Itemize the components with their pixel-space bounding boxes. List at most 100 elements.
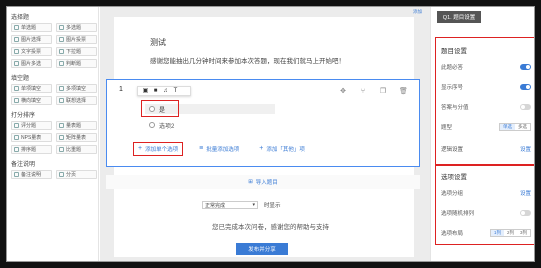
question-type-button[interactable]: 单选题 <box>11 23 52 32</box>
logic-settings-link[interactable]: 设置 <box>520 145 531 153</box>
question-type-button[interactable]: 比重题 <box>56 145 97 154</box>
question-type-button[interactable]: 横向填空 <box>11 96 52 105</box>
question-type-label: 评分题 <box>21 123 37 129</box>
question-type-button[interactable]: 判断题 <box>56 59 97 68</box>
type-single[interactable]: 单选 <box>500 124 515 130</box>
import-icon: ⊞ <box>248 179 253 185</box>
question-type-label: 多项填空 <box>66 86 87 92</box>
section-title: 题目设置 <box>441 48 467 55</box>
question-type-panel: 选择题单选题 多选题图片选择 图片投票文字投票 下拉题图片多选 判断题填空题单项填空 多项… <box>7 7 99 261</box>
section-title: 选择题 <box>11 15 30 21</box>
import-questions-button[interactable]: ⊞ 导入题目 <box>106 175 420 189</box>
add-other-option-button[interactable]: + 添加「其他」项 <box>255 143 309 155</box>
publish-share-button[interactable]: 发布并分享 <box>236 243 288 255</box>
question-type-icon <box>59 86 64 91</box>
type-multi[interactable]: 多选 <box>515 124 530 130</box>
question-type-button[interactable]: 多项填空 <box>56 84 97 93</box>
question-type-button[interactable]: 排序题 <box>11 145 52 154</box>
setting-row: 题型 单选 多选 <box>441 123 531 131</box>
question-type-button[interactable]: 矩阵量表 <box>56 133 97 142</box>
end-thanks-text[interactable]: 您已完成本次问卷，感谢您的帮助与支持 <box>212 221 329 231</box>
logic-icon[interactable]: ⑂ <box>359 88 367 96</box>
add-single-option-button[interactable]: + 添加单个选项 <box>133 142 184 156</box>
question-type-label: 判断题 <box>66 61 82 67</box>
tab-question-settings[interactable]: Q1. 题目设置 <box>437 11 481 23</box>
question-type-icon <box>14 25 19 30</box>
image-icon[interactable]: ▣ <box>142 88 149 94</box>
question-type-button[interactable]: 下拉题 <box>56 47 97 56</box>
question-type-button[interactable]: 图片选择 <box>11 35 52 44</box>
add-options-row: + 添加单个选项 ≡ 批量添加选项 + 添加「其他」项 <box>133 142 309 156</box>
end-condition-row: 正常完成 ▾ 时显示 <box>202 201 281 209</box>
plus-icon: + <box>138 145 143 152</box>
survey-description[interactable]: 感谢您能抽出几分钟时间来参加本次答题，现在我们就马上开始吧！ <box>150 55 345 65</box>
batch-add-options-button[interactable]: ≡ 批量添加选项 <box>195 143 243 155</box>
setting-row: 显示序号 <box>441 83 531 91</box>
option-row[interactable]: 选项2 <box>145 120 174 130</box>
layout-2col[interactable]: 2列 <box>504 230 517 236</box>
section-title: 选项设置 <box>441 174 467 181</box>
question-type-icon <box>14 135 19 140</box>
question-type-button[interactable]: 图片投票 <box>56 35 97 44</box>
chevron-down-icon: ▾ <box>252 202 255 208</box>
option-label[interactable]: 选项2 <box>159 121 174 130</box>
question-type-label: 排序题 <box>21 147 37 153</box>
question-type-button[interactable]: 图片多选 <box>11 59 52 68</box>
question-type-grid: 评分题 量表题 NPS量表 矩阵量表排序题 比重题 <box>7 121 98 154</box>
layout-3col[interactable]: 3列 <box>517 230 530 236</box>
random-order-toggle[interactable] <box>520 210 531 216</box>
question-type-button[interactable]: 备注说明 <box>11 170 52 179</box>
question-type-label: 备注说明 <box>21 172 42 178</box>
question-type-button[interactable]: 量表题 <box>56 121 97 130</box>
question-type-icon <box>59 37 64 42</box>
setting-row: 选项布局 1列 2列 3列 <box>441 229 531 237</box>
question-type-button[interactable]: 文字投票 <box>11 47 52 56</box>
question-type-icon <box>59 49 64 54</box>
question-type-icon <box>14 61 19 66</box>
survey-title[interactable]: 测试 <box>150 37 166 48</box>
end-condition-select[interactable]: 正常完成 ▾ <box>202 201 258 209</box>
list-add-icon: ≡ <box>199 145 204 152</box>
music-icon[interactable]: ♫ <box>162 88 169 94</box>
required-toggle[interactable] <box>520 64 531 70</box>
question-type-label: 比重题 <box>66 147 82 153</box>
question-type-icon <box>14 37 19 42</box>
setting-row: 逻辑设置 设置 <box>441 145 531 153</box>
question-card[interactable]: 1 ▣ ■ ♫ T ✥ ⑂ ❐ 🗑 是 选项2 + 添加单个选项 ≡ 批量添加选… <box>106 79 420 167</box>
question-type-label: 图片投票 <box>66 37 87 43</box>
section-title: 备注说明 <box>11 162 36 168</box>
top-add-link[interactable]: 添加 <box>413 9 422 15</box>
question-type-label: 单项填空 <box>21 86 42 92</box>
question-type-button[interactable]: 分页 <box>56 170 97 179</box>
setting-row: 选项分组 设置 <box>441 189 531 197</box>
section-title: 填空题 <box>11 76 30 82</box>
question-type-icon <box>59 25 64 30</box>
question-type-button[interactable]: NPS量表 <box>11 133 52 142</box>
layout-1col[interactable]: 1列 <box>490 230 504 236</box>
question-type-icon <box>59 172 64 177</box>
question-type-icon <box>59 98 64 103</box>
question-type-label: 图片选择 <box>21 37 42 43</box>
delete-icon[interactable]: 🗑 <box>399 88 408 96</box>
question-type-label: 量表题 <box>66 123 82 129</box>
question-type-label: NPS量表 <box>21 135 42 141</box>
question-type-icon <box>14 147 19 152</box>
copy-icon[interactable]: ❐ <box>379 88 387 96</box>
question-type-label: 单选题 <box>21 25 37 31</box>
settings-panel: Q1. 题目设置 题目设置 此题必答 显示序号 答案与分值 题型 单选 多选 逻… <box>430 7 534 261</box>
option-group-link[interactable]: 设置 <box>520 189 531 197</box>
question-type-button[interactable]: 评分题 <box>11 121 52 130</box>
question-type-label: 文字投票 <box>21 49 42 55</box>
question-type-button[interactable]: 单项填空 <box>11 84 52 93</box>
answer-score-toggle[interactable] <box>520 104 531 110</box>
question-type-icon <box>59 61 64 66</box>
plus-icon: + <box>259 145 264 152</box>
video-icon[interactable]: ■ <box>152 88 159 94</box>
question-type-label: 联想选择 <box>66 98 87 104</box>
question-type-label: 下拉题 <box>66 49 82 55</box>
question-type-button[interactable]: 联想选择 <box>56 96 97 105</box>
move-icon[interactable]: ✥ <box>339 88 347 96</box>
show-number-toggle[interactable] <box>520 84 531 90</box>
text-format-icon[interactable]: T <box>172 88 179 94</box>
question-type-button[interactable]: 多选题 <box>56 23 97 32</box>
